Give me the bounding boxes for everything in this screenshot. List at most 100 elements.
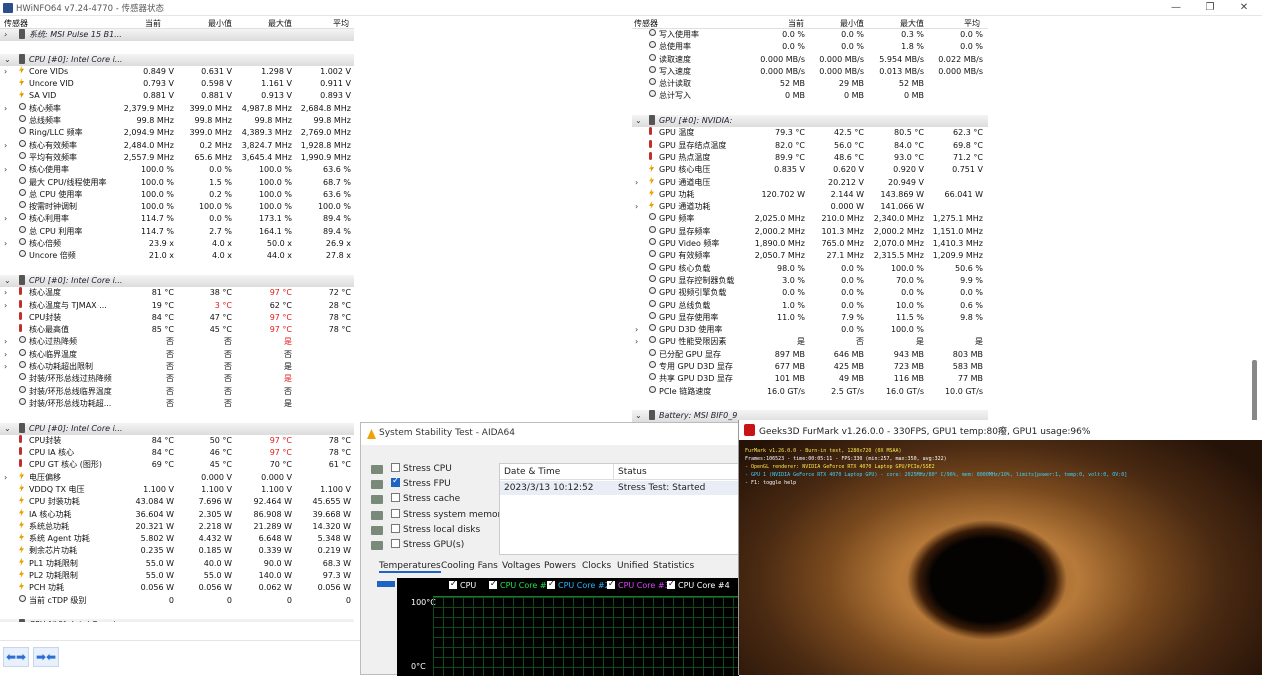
sensor-row[interactable]: GPU 核心负载 98.0 % 0.0 % 100.0 % 50.6 % — [632, 262, 988, 275]
sensor-row[interactable]: 专用 GPU D3D 显存 677 MB 425 MB 723 MB 583 MB — [632, 361, 988, 373]
sensor-row[interactable]: 共享 GPU D3D 显存 101 MB 49 MB 116 MB 77 MB — [632, 373, 988, 385]
stress-option[interactable]: Stress CPU — [371, 463, 452, 477]
sensor-row[interactable]: PL2 功耗限制 55.0 W 55.0 W 140.0 W 97.3 W — [0, 570, 354, 582]
expand-chevron-icon[interactable]: › — [635, 324, 638, 336]
stress-option[interactable]: Stress system memory — [371, 508, 507, 523]
expand-chevron-icon[interactable]: › — [635, 336, 638, 348]
sensor-row[interactable]: › GPU 通道电压 20.212 V 20.949 V — [632, 176, 988, 189]
checkbox-icon[interactable] — [391, 508, 400, 518]
sensor-row[interactable]: › 核心临界温度 否 否 否 — [0, 348, 354, 361]
col-sensor[interactable]: 传感器 — [634, 18, 658, 29]
expand-chevron-icon[interactable]: › — [4, 66, 7, 78]
sensor-row[interactable]: GPU 显存控制器负载 3.0 % 0.0 % 70.0 % 9.9 % — [632, 274, 988, 287]
sensor-group-header[interactable]: › 系统: MSI Pulse 15 B1... — [0, 29, 354, 42]
tab-unified[interactable]: Unified — [617, 561, 649, 571]
legend-item[interactable]: CPU Core #2 — [547, 579, 610, 590]
tab-clocks[interactable]: Clocks — [582, 561, 611, 571]
sensor-row[interactable]: › GPU 通道功耗 0.000 W 141.066 W — [632, 201, 988, 213]
sensor-row[interactable]: VDDQ TX 电压 1.100 V 1.100 V 1.100 V 1.100 V — [0, 483, 354, 496]
stress-option[interactable]: Stress GPU(s) — [371, 539, 464, 553]
sensor-row[interactable]: GPU 显存频率 2,000.2 MHz 101.3 MHz 2,000.2 MHz 1… — [632, 225, 988, 238]
minimize-button[interactable]: — — [1166, 1, 1186, 15]
expand-chevron-icon[interactable]: › — [4, 336, 7, 348]
sensor-row[interactable]: GPU 总线负载 1.0 % 0.0 % 10.0 % 0.6 % — [632, 299, 988, 312]
sensor-row[interactable]: IA 核心功耗 36.604 W 2.305 W 86.908 W 39.668 W — [0, 508, 354, 521]
expand-chevron-icon[interactable]: ⌄ — [4, 275, 11, 287]
expand-chevron-icon[interactable]: ⌄ — [635, 115, 642, 127]
close-button[interactable]: ✕ — [1234, 1, 1254, 15]
legend-item[interactable]: CPU Core #1 — [489, 579, 552, 590]
sensor-row[interactable]: PCH 功耗 0.056 W 0.056 W 0.062 W 0.056 W — [0, 582, 354, 594]
stress-option[interactable]: Stress FPU — [371, 476, 451, 492]
sensor-row[interactable]: 写入速度 0.000 MB/s 0.000 MB/s 0.013 MB/s 0.000 … — [632, 65, 988, 78]
expand-chevron-icon[interactable]: › — [4, 300, 7, 312]
sensor-row[interactable]: CPU 封装功耗 43.084 W 7.696 W 92.464 W 45.655 W — [0, 496, 354, 508]
sensor-row[interactable]: 封装/环形总线功耗超... 否 否 是 — [0, 397, 354, 410]
expand-chevron-icon[interactable]: › — [4, 472, 7, 484]
sensor-row[interactable]: 总 CPU 使用率 100.0 % 0.2 % 100.0 % 63.6 % — [0, 188, 354, 201]
col-min[interactable]: 最小值 — [208, 18, 232, 29]
restore-button[interactable]: ❐ — [1200, 1, 1220, 15]
sensor-row[interactable]: 最大 CPU/线程使用率 100.0 % 1.5 % 100.0 % 68.7 % — [0, 176, 354, 189]
expand-chevron-icon[interactable]: › — [4, 349, 7, 361]
expand-chevron-icon[interactable]: › — [4, 103, 7, 115]
sensor-row[interactable]: CPU IA 核心 84 °C 46 °C 97 °C 78 °C — [0, 447, 354, 459]
sensor-row[interactable]: 总使用率 0.0 % 0.0 % 1.8 % 0.0 % — [632, 41, 988, 53]
sensor-row[interactable]: GPU 热点温度 89.9 °C 48.6 °C 93.0 °C 71.2 °C — [632, 151, 988, 164]
sensor-row[interactable]: GPU 温度 79.3 °C 42.5 °C 80.5 °C 62.3 °C — [632, 127, 988, 139]
sensor-row[interactable]: GPU 核心电压 0.835 V 0.620 V 0.920 V 0.751 V — [632, 164, 988, 176]
sensor-row[interactable]: GPU 频率 2,025.0 MHz 210.0 MHz 2,340.0 MHz 1,2… — [632, 213, 988, 225]
sensor-group-header[interactable]: ⌄ CPU [#0]: Intel Core i... — [0, 619, 354, 622]
legend-checkbox-icon[interactable] — [489, 579, 497, 589]
sensor-row[interactable]: › 核心利用率 114.7 % 0.0 % 173.1 % 89.4 % — [0, 213, 354, 225]
sensor-row[interactable]: 总计写入 0 MB 0 MB 0 MB — [632, 90, 988, 102]
sensor-row[interactable]: 总线频率 99.8 MHz 99.8 MHz 99.8 MHz 99.8 MHz — [0, 115, 354, 127]
col-current[interactable]: 当前 — [145, 18, 161, 29]
sensor-row[interactable]: GPU 功耗 120.702 W 2.144 W 143.869 W 66.041 W — [632, 188, 988, 201]
legend-checkbox-icon[interactable] — [449, 579, 457, 589]
sensor-row[interactable]: PCIe 链路速度 16.0 GT/s 2.5 GT/s 16.0 GT/s 10.0 … — [632, 385, 988, 398]
sensor-group-header[interactable]: ⌄ CPU [#0]: Intel Core i... — [0, 422, 354, 435]
legend-item[interactable]: CPU Core #4 — [667, 579, 730, 590]
sensor-row[interactable]: › GPU D3D 使用率 0.0 % 100.0 % — [632, 324, 988, 336]
col-max[interactable]: 最大值 — [900, 18, 924, 29]
sensor-row[interactable]: › GPU 性能受限因素 是 否 是 是 — [632, 336, 988, 348]
expand-columns-button[interactable]: ⬅➡ — [3, 647, 29, 667]
sensor-row[interactable]: › 核心倍频 23.9 x 4.0 x 50.0 x 26.9 x — [0, 238, 354, 250]
sensor-row[interactable]: GPU 视频引擎负载 0.0 % 0.0 % 0.0 % 0.0 % — [632, 287, 988, 299]
checkbox-icon[interactable] — [391, 476, 400, 488]
sensor-row[interactable]: 读取速度 0.000 MB/s 0.000 MB/s 5.954 MB/s 0.022 … — [632, 53, 988, 66]
log-col-datetime[interactable]: Date & Time — [500, 464, 614, 480]
sensor-row[interactable]: › 核心温度与 TJMAX ... 19 °C 3 °C 62 °C 28 °C — [0, 299, 354, 312]
col-current[interactable]: 当前 — [788, 18, 804, 29]
sensor-group-header[interactable]: ⌄ CPU [#0]: Intel Core i... — [0, 274, 354, 288]
sensor-row[interactable]: SA VID 0.881 V 0.881 V 0.913 V 0.893 V — [0, 90, 354, 102]
expand-chevron-icon[interactable]: › — [4, 238, 7, 250]
sensor-row[interactable]: › Core VIDs 0.849 V 0.631 V 1.298 V 1.002 V — [0, 65, 354, 78]
sensor-row[interactable]: GPU 显存使用率 11.0 % 7.9 % 11.5 % 9.8 % — [632, 311, 988, 324]
checkbox-icon[interactable] — [391, 493, 400, 503]
sensor-group-header[interactable]: ⌄ GPU [#0]: NVIDIA: — [632, 115, 988, 128]
legend-checkbox-icon[interactable] — [667, 579, 675, 589]
sensor-row[interactable]: 平均有效频率 2,557.9 MHz 65.6 MHz 3,645.4 MHz 1,99… — [0, 151, 354, 164]
sensor-row[interactable]: 按需时钟调制 100.0 % 100.0 % 100.0 % 100.0 % — [0, 201, 354, 213]
sensor-row[interactable]: 核心最高值 85 °C 45 °C 97 °C 78 °C — [0, 324, 354, 336]
legend-checkbox-icon[interactable] — [547, 579, 555, 589]
tab-statistics[interactable]: Statistics — [653, 561, 694, 571]
sensor-row[interactable]: 封装/环形总线临界温度 否 否 否 — [0, 385, 354, 398]
sensor-row[interactable]: Ring/LLC 频率 2,094.9 MHz 399.0 MHz 4,389.3 M… — [0, 127, 354, 139]
legend-checkbox-icon[interactable] — [607, 579, 615, 589]
sensor-row[interactable]: 系统总功耗 20.321 W 2.218 W 21.289 W 14.320 W — [0, 520, 354, 533]
expand-chevron-icon[interactable]: › — [4, 287, 7, 299]
sensor-row[interactable]: › 核心功耗超出限制 否 否 是 — [0, 361, 354, 373]
expand-chevron-icon[interactable]: › — [4, 361, 7, 373]
sensor-row[interactable]: PL1 功耗限制 55.0 W 40.0 W 90.0 W 68.3 W — [0, 557, 354, 570]
tab-temperatures[interactable]: Temperatures — [379, 561, 441, 573]
expand-chevron-icon[interactable]: ⌄ — [4, 423, 11, 435]
col-sensor[interactable]: 传感器 — [4, 18, 28, 29]
sensor-group-header[interactable]: ⌄ CPU [#0]: Intel Core i... — [0, 53, 354, 66]
checkbox-icon[interactable] — [391, 463, 400, 472]
sensor-row[interactable]: › 核心温度 81 °C 38 °C 97 °C 72 °C — [0, 287, 354, 299]
checkbox-icon[interactable] — [391, 539, 400, 548]
sensor-row[interactable]: › 核心有效频率 2,484.0 MHz 0.2 MHz 3,824.7 MHz 1,92… — [0, 139, 354, 152]
